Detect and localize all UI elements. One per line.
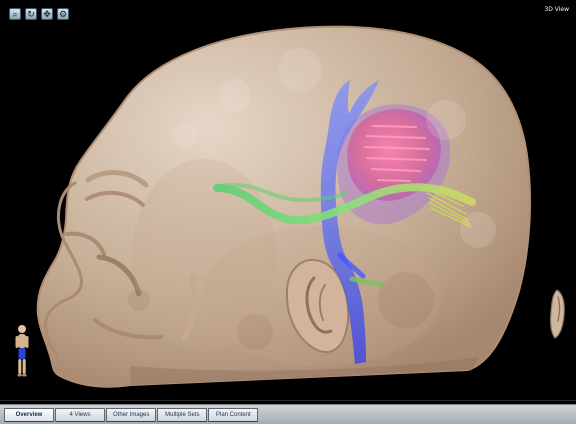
bottom-tab-bar: Overview 4 Views Other Images Multiple S… xyxy=(0,404,576,424)
tab-multiple-sets[interactable]: Multiple Sets xyxy=(157,407,208,422)
tab-other-images[interactable]: Other Images xyxy=(106,407,157,422)
zoom-icon[interactable]: ⌕ xyxy=(9,8,21,20)
view-toolbar: ⌕ ↻ ✥ ⚙ xyxy=(9,8,69,20)
rotate-icon[interactable]: ↻ xyxy=(25,8,37,20)
view-label: 3D View xyxy=(544,6,569,13)
tab-plan-content[interactable]: Plan Content xyxy=(208,407,259,422)
orientation-figure xyxy=(15,325,29,377)
tab-overview[interactable]: Overview xyxy=(4,407,54,422)
settings-icon[interactable]: ⚙ xyxy=(57,8,69,20)
right-ear-fragment xyxy=(550,289,565,339)
tab-4-views[interactable]: 4 Views xyxy=(55,407,105,422)
3d-head-render xyxy=(36,25,532,388)
app-window: ⌕ ↻ ✥ ⚙ 3D View Overview 4 Views Other I… xyxy=(0,0,576,424)
3d-viewport[interactable]: ⌕ ↻ ✥ ⚙ 3D View xyxy=(0,0,576,401)
pan-icon[interactable]: ✥ xyxy=(41,8,53,20)
